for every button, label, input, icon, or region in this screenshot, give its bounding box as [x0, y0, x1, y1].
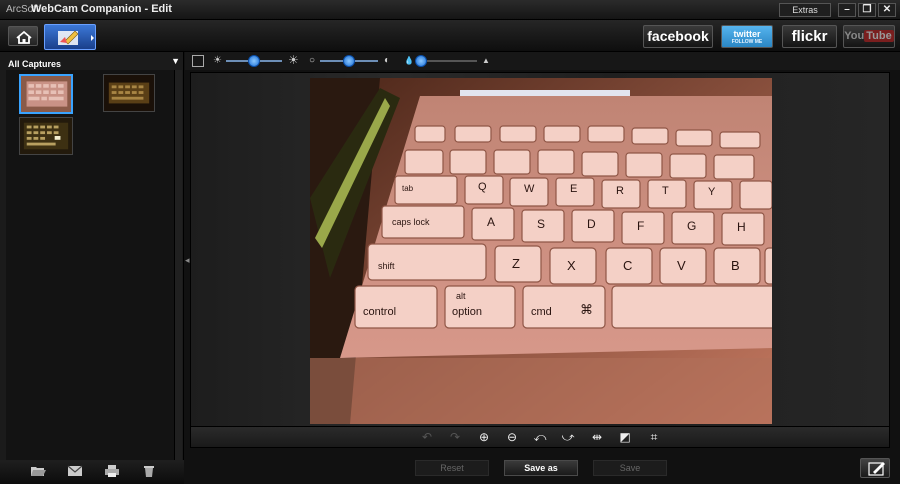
brightness-low-icon: ☀ — [213, 55, 222, 66]
rotate-left-icon[interactable]: ⤺ — [533, 430, 547, 444]
flip-icon[interactable]: ⇹ — [590, 430, 604, 444]
key-r: R — [616, 185, 624, 197]
restore-button[interactable]: ❐ — [858, 3, 876, 17]
flickr-button[interactable]: flickr — [782, 25, 837, 48]
key-x: X — [567, 258, 576, 273]
rotate-right-icon[interactable]: ⤻ — [561, 430, 575, 444]
youtube-button[interactable]: You Tube — [843, 25, 895, 48]
email-icon[interactable] — [67, 464, 83, 478]
key-h: H — [737, 220, 746, 234]
capture-thumbnail-2[interactable] — [103, 74, 155, 112]
brightness-slider-knob[interactable] — [248, 55, 260, 67]
undo-icon[interactable]: ↶ — [420, 430, 434, 444]
print-icon[interactable] — [104, 464, 120, 478]
save-as-button[interactable]: Save as — [504, 460, 578, 476]
title-bar: ArcSoft WebCam Companion - Edit — [0, 0, 900, 20]
save-button[interactable]: Save — [593, 460, 667, 476]
capture-thumbnail-image — [21, 76, 71, 112]
key-caps-lock: caps lock — [392, 217, 430, 227]
key-y: Y — [708, 186, 716, 198]
key-s: S — [537, 217, 545, 231]
key-a: A — [487, 215, 495, 229]
minimize-button[interactable]: – — [838, 3, 856, 17]
key-v: V — [677, 258, 686, 273]
saturation-low-icon: 💧 — [404, 56, 414, 65]
key-q: Q — [478, 181, 487, 193]
crop-icon[interactable]: ⌗ — [647, 430, 661, 444]
key-w: W — [524, 183, 535, 195]
key-t: T — [662, 185, 669, 197]
close-button[interactable]: ✕ — [878, 3, 896, 17]
edited-photo: tab caps lock shift control alt option c… — [310, 78, 772, 424]
trash-icon[interactable] — [141, 464, 157, 478]
twitter-sub-label: FOLLOW ME — [731, 39, 763, 45]
key-b: B — [731, 258, 740, 273]
zoom-in-icon[interactable]: ⊕ — [477, 430, 491, 444]
key-option: option — [452, 306, 482, 318]
contrast-slider-knob[interactable] — [343, 55, 355, 67]
contrast-high-icon: ◐ — [384, 55, 391, 66]
select-area-icon[interactable] — [192, 55, 204, 67]
captures-dropdown[interactable]: All Captures ▼ — [8, 54, 180, 69]
key-c: C — [623, 258, 632, 273]
key-z: Z — [512, 256, 520, 271]
key-cmd: cmd — [531, 306, 552, 318]
captures-dropdown-label: All Captures — [8, 59, 62, 69]
zoom-out-icon[interactable]: ⊖ — [505, 430, 519, 444]
capture-thumbnail-image — [20, 118, 72, 154]
reset-button[interactable]: Reset — [415, 460, 489, 476]
youtube-tube-label: Tube — [864, 30, 894, 42]
key-control: control — [363, 306, 396, 318]
redo-icon[interactable]: ↷ — [448, 430, 462, 444]
home-button[interactable] — [8, 26, 38, 46]
share-button[interactable] — [860, 458, 890, 478]
extras-button[interactable]: Extras — [779, 3, 831, 17]
fit-icon[interactable]: ◩ — [618, 430, 632, 444]
facebook-button[interactable]: facebook — [643, 25, 713, 48]
capture-thumbnail-3[interactable] — [19, 117, 73, 155]
youtube-you-label: You — [844, 30, 865, 42]
thumbnail-scrollbar[interactable] — [174, 70, 182, 460]
contrast-low-icon: ○ — [309, 55, 316, 66]
share-brush-icon — [868, 462, 885, 476]
sharpness-icon: ▲ — [482, 56, 490, 65]
key-d: D — [587, 217, 596, 231]
key-alt: alt — [456, 291, 466, 301]
key-shift: shift — [378, 261, 395, 271]
chevron-down-icon: ▼ — [171, 56, 180, 66]
folder-open-icon[interactable] — [30, 464, 46, 478]
twitter-button[interactable]: twitter FOLLOW ME — [721, 25, 773, 48]
window-title: WebCam Companion - Edit — [31, 3, 172, 15]
home-icon — [16, 30, 32, 44]
key-cmd-symbol: ⌘ — [580, 302, 593, 317]
brightness-high-icon: ☀ — [288, 53, 299, 67]
key-g: G — [687, 219, 696, 233]
key-tab: tab — [402, 184, 414, 193]
edit-brush-icon — [58, 30, 94, 45]
edit-mode-button[interactable] — [44, 24, 96, 50]
key-f: F — [637, 219, 644, 233]
key-e: E — [570, 183, 577, 195]
capture-thumbnail-image — [104, 75, 154, 111]
twitter-label: twitter — [733, 29, 761, 39]
capture-thumbnail-1[interactable] — [19, 74, 73, 114]
